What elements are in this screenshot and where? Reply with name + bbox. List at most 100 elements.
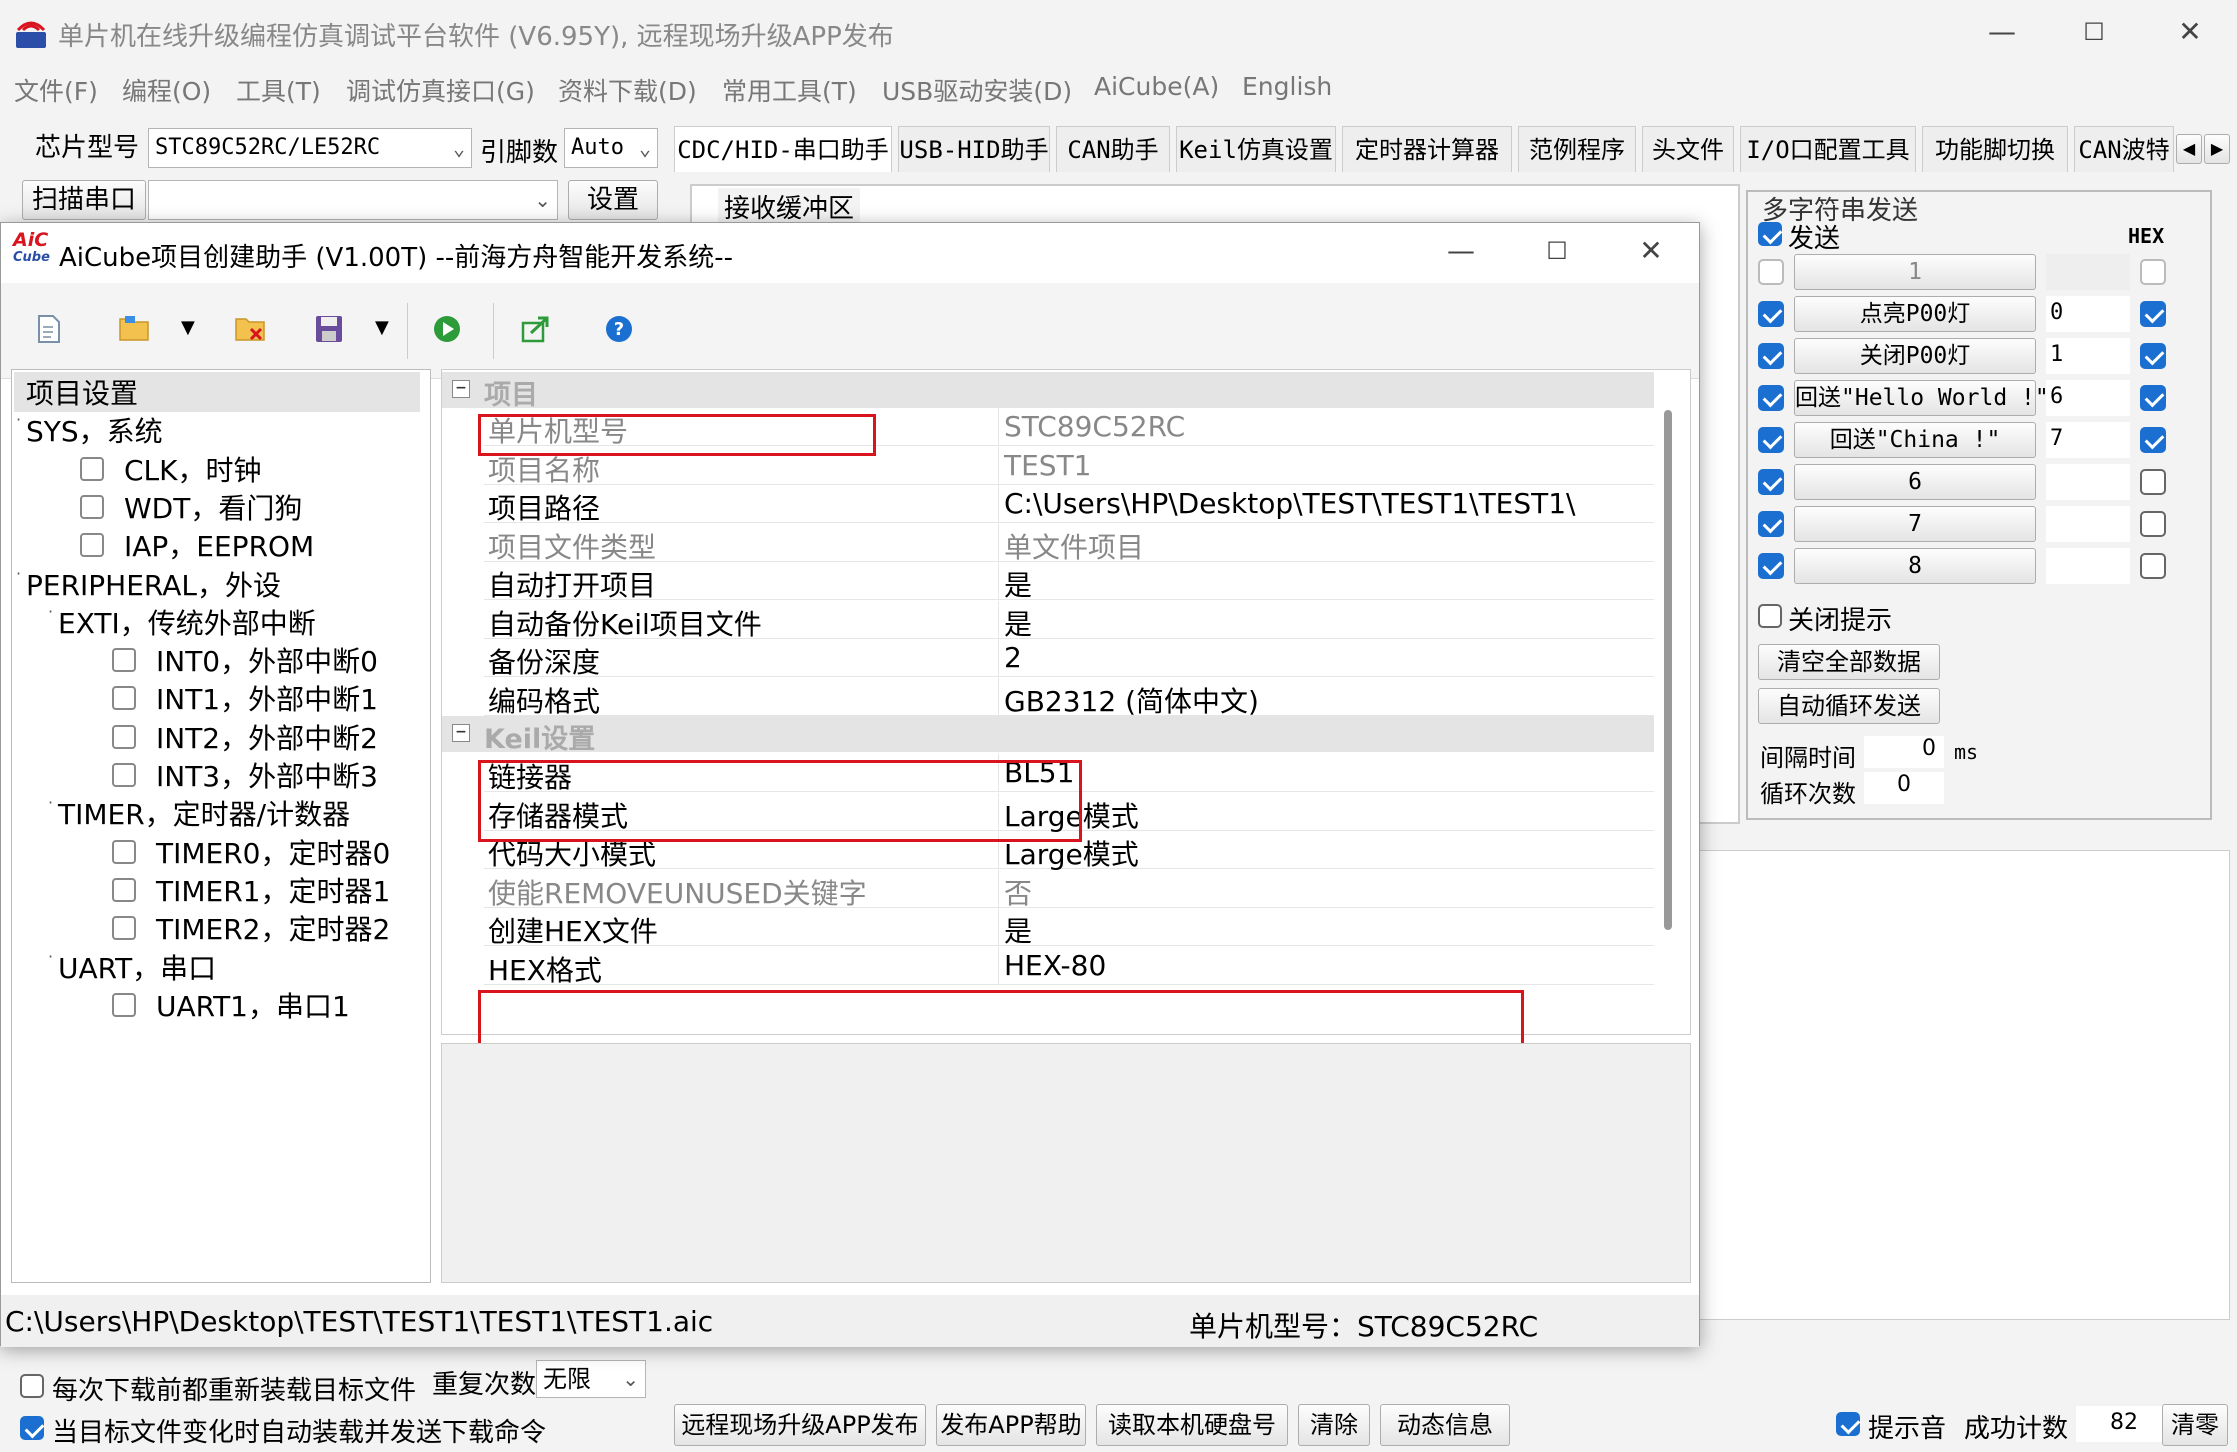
menu-downloads[interactable]: 资料下载(D) xyxy=(558,72,697,108)
send-all-checkbox[interactable] xyxy=(1758,222,1782,246)
dialog-maximize-button[interactable]: ☐ xyxy=(1527,229,1587,273)
tab-scroll-right[interactable]: ▶ xyxy=(2204,134,2230,164)
property-row[interactable]: 项目文件类型 单文件项目 xyxy=(484,523,1654,564)
send-row-checkbox[interactable] xyxy=(1758,511,1784,537)
run-icon[interactable] xyxy=(433,315,461,343)
menu-english[interactable]: English xyxy=(1242,72,1332,101)
property-row[interactable]: 项目路径 C:\Users\HP\Desktop\TEST\TEST1\TEST1… xyxy=(484,485,1654,525)
close-project-icon[interactable] xyxy=(235,315,265,343)
property-value[interactable]: 单文件项目 xyxy=(1004,526,1144,566)
help-icon[interactable]: ? xyxy=(605,315,633,343)
property-row[interactable]: 编码格式 GB2312 (简体中文) xyxy=(484,677,1654,718)
property-value[interactable]: 2 xyxy=(1004,641,1022,674)
send-hex-checkbox[interactable] xyxy=(2140,553,2166,579)
send-string-button[interactable]: 回送"Hello World !" xyxy=(1794,380,2049,416)
property-value[interactable]: 是 xyxy=(1004,603,1032,643)
send-row-checkbox[interactable] xyxy=(1758,469,1784,495)
send-row-checkbox[interactable] xyxy=(1758,427,1784,453)
tree-item[interactable]: IAP，EEPROM xyxy=(124,525,314,565)
send-string-button[interactable]: 6 xyxy=(1794,464,2036,500)
tree-item[interactable]: WDT，看门狗 xyxy=(124,487,302,527)
property-value[interactable]: HEX-80 xyxy=(1004,949,1106,982)
tree-item[interactable]: INT0，外部中断0 xyxy=(156,640,378,680)
reload-each-download-checkbox[interactable] xyxy=(20,1374,44,1398)
tree-item[interactable]: EXTI，传统外部中断 xyxy=(58,602,316,642)
dialog-close-button[interactable]: ✕ xyxy=(1621,229,1681,273)
property-row[interactable]: 使能REMOVEUNUSED关键字 否 xyxy=(484,869,1654,910)
tab-examples[interactable]: 范例程序 xyxy=(1518,126,1636,172)
send-shortcut-field[interactable]: 7 xyxy=(2046,422,2130,458)
property-row[interactable]: 备份深度 2 xyxy=(484,639,1654,679)
tree-item-checkbox[interactable] xyxy=(112,992,136,1017)
tab-scroll-left[interactable]: ◀ xyxy=(2176,134,2202,164)
send-string-button[interactable]: 8 xyxy=(1794,548,2036,584)
tree-item[interactable]: 项目设置 xyxy=(14,372,420,412)
tab-can[interactable]: CAN助手 xyxy=(1056,126,1170,172)
send-row-checkbox[interactable] xyxy=(1758,385,1784,411)
menu-debug-interface[interactable]: 调试仿真接口(G) xyxy=(346,72,535,108)
tab-cdc-hid[interactable]: CDC/HID-串口助手 xyxy=(674,126,892,172)
remote-upgrade-publish-button[interactable]: 远程现场升级APP发布 xyxy=(674,1404,926,1446)
send-shortcut-field[interactable] xyxy=(2046,464,2130,500)
interval-input[interactable]: 0 xyxy=(1864,736,1944,768)
loop-count-input[interactable]: 0 xyxy=(1864,772,1944,804)
tree-item[interactable]: CLK，时钟 xyxy=(124,449,262,489)
tree-item[interactable]: INT3，外部中断3 xyxy=(156,755,378,795)
tree-item-checkbox[interactable] xyxy=(80,456,104,481)
port-select[interactable]: ⌄ xyxy=(148,180,558,220)
chip-select[interactable]: STC89C52RC/LE52RC ⌄ xyxy=(148,128,472,168)
save-icon[interactable] xyxy=(315,315,343,343)
property-value[interactable]: GB2312 (简体中文) xyxy=(1004,680,1259,720)
read-disk-id-button[interactable]: 读取本机硬盘号 xyxy=(1096,1404,1288,1446)
collapse-icon[interactable]: − xyxy=(452,723,470,742)
reset-count-button[interactable]: 清零 xyxy=(2162,1404,2228,1446)
tree-expand-icon[interactable]: · xyxy=(48,602,53,621)
tab-usb-hid[interactable]: USB-HID助手 xyxy=(898,126,1050,172)
send-row-checkbox[interactable] xyxy=(1758,553,1784,579)
tip-sound-checkbox[interactable] xyxy=(1836,1412,1860,1436)
tree-item[interactable]: INT1，外部中断1 xyxy=(156,678,378,718)
send-shortcut-field[interactable] xyxy=(2046,254,2130,290)
save-dropdown-icon[interactable]: ▼ xyxy=(375,317,389,338)
tree-item[interactable]: UART，串口 xyxy=(58,947,216,987)
minimize-button[interactable]: — xyxy=(1972,10,2032,54)
property-value[interactable]: TEST1 xyxy=(1004,449,1092,482)
menu-file[interactable]: 文件(F) xyxy=(14,72,98,108)
close-button[interactable]: ✕ xyxy=(2160,10,2220,54)
send-hex-checkbox[interactable] xyxy=(2140,385,2166,411)
menu-tools[interactable]: 工具(T) xyxy=(236,72,321,108)
send-shortcut-field[interactable] xyxy=(2046,548,2130,584)
collapse-icon[interactable]: − xyxy=(452,380,470,398)
property-grid-scrollbar[interactable] xyxy=(1664,410,1672,930)
send-row-checkbox[interactable] xyxy=(1758,301,1784,327)
tree-item-checkbox[interactable] xyxy=(112,763,136,787)
menu-program[interactable]: 编程(O) xyxy=(122,72,211,108)
send-hex-checkbox[interactable] xyxy=(2140,259,2166,285)
tab-pin-switch[interactable]: 功能脚切换 xyxy=(1922,126,2068,172)
tree-item[interactable]: UART1，串口1 xyxy=(156,985,350,1025)
tab-header[interactable]: 头文件 xyxy=(1642,126,1734,172)
send-hex-checkbox[interactable] xyxy=(2140,469,2166,495)
dialog-minimize-button[interactable]: — xyxy=(1431,229,1491,273)
send-shortcut-field[interactable]: 1 xyxy=(2046,338,2130,374)
new-file-icon[interactable] xyxy=(37,315,61,343)
property-value[interactable]: 是 xyxy=(1004,564,1032,604)
tree-item-checkbox[interactable] xyxy=(80,494,104,519)
send-row-checkbox[interactable] xyxy=(1758,259,1784,285)
send-string-button[interactable]: 回送"China !" xyxy=(1794,422,2036,458)
tree-item[interactable]: TIMER0，定时器0 xyxy=(156,832,390,872)
pin-select[interactable]: Auto ⌄ xyxy=(564,128,658,168)
close-tip-checkbox[interactable] xyxy=(1758,604,1782,628)
property-row[interactable]: 自动备份Keil项目文件 是 xyxy=(484,600,1654,641)
retry-select[interactable]: 无限 ⌄ xyxy=(536,1360,646,1398)
property-row[interactable]: HEX格式 HEX-80 xyxy=(484,946,1654,987)
clear-button[interactable]: 清除 xyxy=(1298,1404,1370,1446)
tree-item-checkbox[interactable] xyxy=(112,724,136,749)
menu-aicube[interactable]: AiCube(A) xyxy=(1094,72,1219,101)
settings-button[interactable]: 设置 xyxy=(568,180,658,220)
tab-io-config[interactable]: I/O口配置工具 xyxy=(1740,126,1916,172)
tree-expand-icon[interactable]: · xyxy=(16,410,21,429)
send-hex-checkbox[interactable] xyxy=(2140,427,2166,453)
send-string-button[interactable]: 关闭P00灯 xyxy=(1794,338,2036,374)
export-icon[interactable] xyxy=(521,315,549,343)
